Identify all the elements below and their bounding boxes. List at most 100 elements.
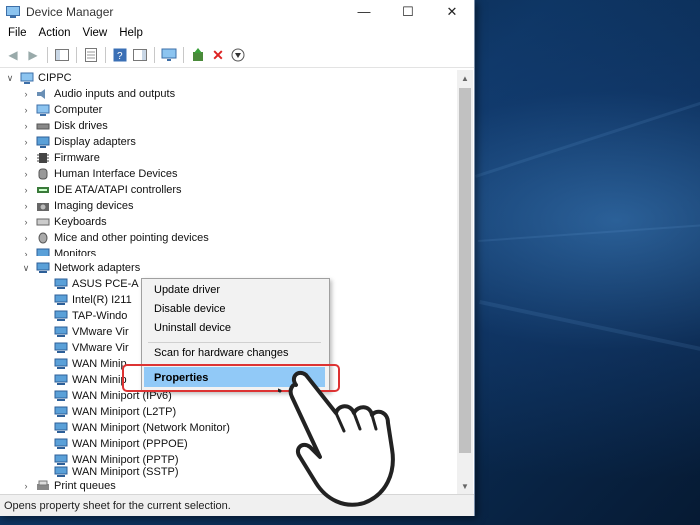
- uninstall-x-icon[interactable]: ✕: [209, 46, 227, 64]
- network-adapter-icon: [54, 406, 68, 418]
- chevron-right-icon[interactable]: ›: [20, 201, 32, 211]
- forward-arrow-icon[interactable]: ▶: [24, 46, 42, 64]
- network-adapter-item[interactable]: ASUS PCE-A: [50, 276, 139, 292]
- menu-action[interactable]: Action: [33, 23, 77, 43]
- keyboard-icon: [36, 216, 50, 228]
- chevron-down-icon[interactable]: ∨: [4, 73, 16, 84]
- disk-drive-icon: [36, 120, 50, 132]
- disable-device-menu-item[interactable]: Disable device: [154, 303, 226, 315]
- uninstall-device-menu-item[interactable]: Uninstall device: [154, 322, 231, 334]
- scan-hardware-menu-item[interactable]: Scan for hardware changes: [154, 347, 289, 359]
- tree-category-network-adapters[interactable]: ∨ Network adapters: [20, 260, 141, 276]
- network-adapter-label: WAN Miniport (SSTP): [72, 466, 179, 478]
- network-adapter-item[interactable]: WAN Minip: [50, 356, 127, 372]
- chevron-right-icon[interactable]: ›: [20, 185, 32, 195]
- chevron-right-icon[interactable]: ›: [20, 121, 32, 131]
- scan-hardware-monitor-icon[interactable]: [160, 46, 178, 64]
- tree-category-label: Print queues: [54, 480, 116, 492]
- tree-category-label: Network adapters: [54, 262, 141, 274]
- menu-file[interactable]: File: [2, 23, 33, 43]
- network-adapter-icon: [54, 278, 68, 290]
- tree-category-label: Mice and other pointing devices: [54, 232, 209, 244]
- network-adapter-item[interactable]: VMware Vir: [50, 324, 129, 340]
- network-adapter-label: WAN Minip: [72, 374, 127, 386]
- tree-category[interactable]: › Keyboards: [20, 214, 107, 230]
- window-title: Device Manager: [26, 4, 114, 19]
- network-adapter-item[interactable]: WAN Miniport (Network Monitor): [50, 420, 230, 436]
- network-adapter-item[interactable]: WAN Miniport (L2TP): [50, 404, 176, 420]
- tree-category[interactable]: › Mice and other pointing devices: [20, 230, 209, 246]
- chip-icon: [36, 152, 50, 164]
- show-hide-console-tree-icon[interactable]: [53, 46, 71, 64]
- network-adapter-label: VMware Vir: [72, 342, 129, 354]
- network-adapter-label: VMware Vir: [72, 326, 129, 338]
- menu-help[interactable]: Help: [113, 23, 149, 43]
- chevron-right-icon[interactable]: ›: [20, 153, 32, 163]
- chevron-right-icon[interactable]: ›: [20, 233, 32, 243]
- toolbar-divider: [105, 47, 106, 63]
- toolbar-divider: [154, 47, 155, 63]
- chevron-right-icon[interactable]: ›: [20, 137, 32, 147]
- network-adapter-icon: [54, 326, 68, 338]
- close-button[interactable]: ✕: [430, 0, 474, 23]
- hid-icon: [36, 168, 50, 180]
- toolbar-divider: [183, 47, 184, 63]
- properties-icon[interactable]: [82, 46, 100, 64]
- scrollbar-thumb[interactable]: [459, 88, 471, 453]
- title-bar: Device Manager — ☐ ✕: [0, 0, 474, 23]
- tree-category-label: Firmware: [54, 152, 100, 164]
- tree-category-label: Disk drives: [54, 120, 108, 132]
- network-adapter-icon: [54, 342, 68, 354]
- update-driver-icon[interactable]: [189, 46, 207, 64]
- tree-category[interactable]: › Disk drives: [20, 118, 108, 134]
- network-adapter-item[interactable]: VMware Vir: [50, 340, 129, 356]
- scroll-down-icon[interactable]: ▼: [457, 478, 473, 494]
- chevron-right-icon[interactable]: ›: [20, 89, 32, 99]
- light-ray: [478, 223, 700, 242]
- status-text: Opens property sheet for the current sel…: [4, 499, 231, 512]
- tree-category-label: Keyboards: [54, 216, 107, 228]
- chevron-right-icon[interactable]: ›: [20, 217, 32, 227]
- chevron-right-icon[interactable]: ›: [20, 105, 32, 115]
- action-pane-icon[interactable]: [131, 46, 149, 64]
- network-adapter-icon: [54, 438, 68, 450]
- chevron-down-icon[interactable]: ∨: [20, 263, 32, 274]
- minimize-button[interactable]: —: [342, 0, 386, 23]
- computer-icon: [20, 72, 34, 84]
- chevron-right-icon[interactable]: ›: [20, 481, 32, 491]
- network-adapter-item[interactable]: TAP-Windo: [50, 308, 127, 324]
- tree-category[interactable]: › Firmware: [20, 150, 100, 166]
- help-icon[interactable]: ?: [111, 46, 129, 64]
- vertical-scrollbar[interactable]: ▲ ▼: [457, 70, 473, 494]
- chevron-right-icon[interactable]: ›: [20, 169, 32, 179]
- tree-category-label: Display adapters: [54, 136, 136, 148]
- update-driver-menu-item[interactable]: Update driver: [154, 284, 220, 296]
- network-adapter-icon: [54, 310, 68, 322]
- tree-category-label: Human Interface Devices: [54, 168, 178, 180]
- tree-category[interactable]: › IDE ATA/ATAPI controllers: [20, 182, 182, 198]
- download-arrow-icon[interactable]: [229, 46, 247, 64]
- tree-category[interactable]: › Audio inputs and outputs: [20, 86, 176, 102]
- device-manager-icon: [6, 5, 20, 18]
- menu-view[interactable]: View: [77, 23, 114, 43]
- tree-category-label: Computer: [54, 104, 103, 116]
- network-adapter-label: Intel(R) I211: [72, 294, 132, 306]
- tree-category[interactable]: › Print queues: [20, 478, 116, 494]
- tree-root[interactable]: ∨ CIPPC: [4, 70, 72, 86]
- speaker-icon: [36, 88, 50, 100]
- scroll-up-icon[interactable]: ▲: [457, 70, 473, 86]
- tree-category[interactable]: › Computer: [20, 102, 102, 118]
- network-adapter-icon: [54, 422, 68, 434]
- tree-category[interactable]: › Display adapters: [20, 134, 136, 150]
- tree-category[interactable]: › Human Interface Devices: [20, 166, 178, 182]
- tree-category[interactable]: › Imaging devices: [20, 198, 134, 214]
- network-adapter-item[interactable]: WAN Minip: [50, 372, 127, 388]
- network-adapter-item[interactable]: WAN Miniport (PPPOE): [50, 436, 188, 452]
- back-arrow-icon[interactable]: ◀: [4, 46, 22, 64]
- network-adapter-item[interactable]: Intel(R) I211: [50, 292, 132, 308]
- network-adapter-icon: [36, 262, 50, 274]
- maximize-button[interactable]: ☐: [386, 0, 430, 23]
- svg-text:?: ?: [117, 51, 123, 62]
- network-adapter-icon: [54, 374, 68, 386]
- network-adapter-label: TAP-Windo: [72, 310, 128, 322]
